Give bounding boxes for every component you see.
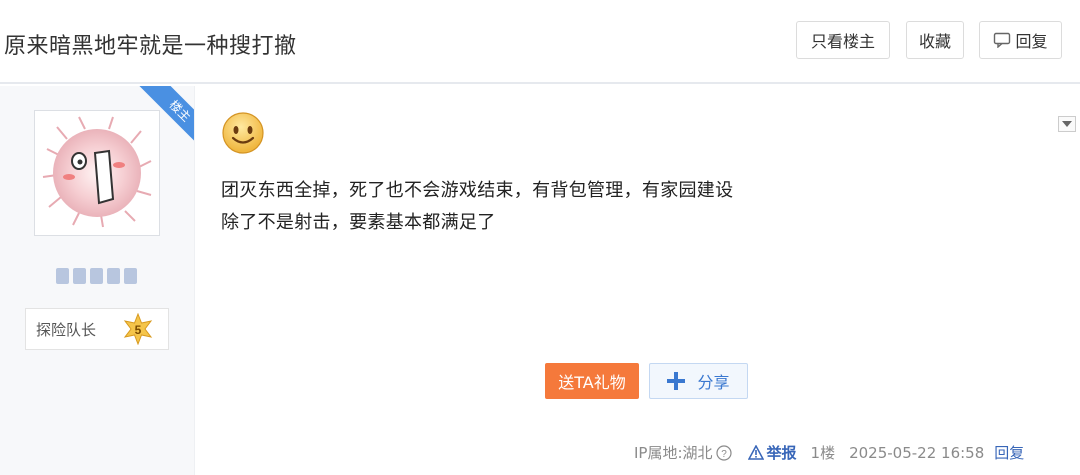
collect-label: 收藏	[918, 32, 951, 51]
page-title: 原来暗黑地牢就是一种搜打撤	[4, 34, 297, 59]
rank-level-number: 5	[135, 323, 142, 337]
send-gift-label: 送TA礼物	[558, 373, 626, 392]
post-timestamp: 2025-05-22 16:58	[849, 443, 985, 462]
share-button[interactable]: 分享	[649, 363, 748, 399]
collect-button[interactable]: 收藏	[906, 21, 964, 59]
share-plus-icon	[667, 372, 686, 390]
warning-triangle-icon	[747, 445, 764, 460]
smiley-face-icon	[222, 112, 264, 154]
ip-location: IP属地:湖北	[634, 444, 713, 462]
rank-level-star-icon: 5	[123, 313, 153, 345]
reply-button[interactable]: 回复	[979, 21, 1062, 59]
share-label: 分享	[697, 373, 730, 392]
avatar[interactable]	[34, 110, 160, 236]
report-label: 举报	[766, 444, 797, 462]
post-menu-button[interactable]	[1058, 116, 1076, 132]
caret-down-icon	[1062, 121, 1072, 127]
post-footer: IP属地:湖北 ? 举报 1楼 2025-05-22 16:58 回复	[634, 442, 1024, 463]
only-op-button[interactable]: 只看楼主	[796, 21, 890, 59]
post-content: 团灭东西全掉，死了也不会游戏结束，有背包管理，有家园建设 除了不是射击，要素基本…	[196, 86, 1080, 475]
post-text-line: 除了不是射击，要素基本都满足了	[221, 212, 496, 233]
floor-number: 1楼	[810, 444, 836, 462]
author-panel: 楼主 探险队长 5	[0, 86, 195, 475]
reply-label: 回复	[1015, 32, 1048, 51]
help-circle-icon[interactable]: ?	[715, 444, 732, 461]
post-text-line: 团灭东西全掉，死了也不会游戏结束，有背包管理，有家园建设	[221, 180, 734, 201]
report-link[interactable]: 举报	[747, 442, 797, 463]
svg-text:?: ?	[721, 449, 727, 460]
reply-link[interactable]: 回复	[994, 442, 1024, 463]
rank-title: 探险队长	[36, 320, 97, 339]
avatar-image	[42, 116, 152, 228]
rank-badge[interactable]: 探险队长 5	[25, 308, 169, 350]
thread-header: 原来暗黑地牢就是一种搜打撤 只看楼主 收藏 回复	[0, 0, 1080, 84]
send-gift-button[interactable]: 送TA礼物	[545, 363, 639, 399]
speech-bubble-icon	[993, 32, 1011, 48]
username-blurred[interactable]	[56, 268, 140, 286]
only-op-label: 只看楼主	[810, 32, 875, 51]
